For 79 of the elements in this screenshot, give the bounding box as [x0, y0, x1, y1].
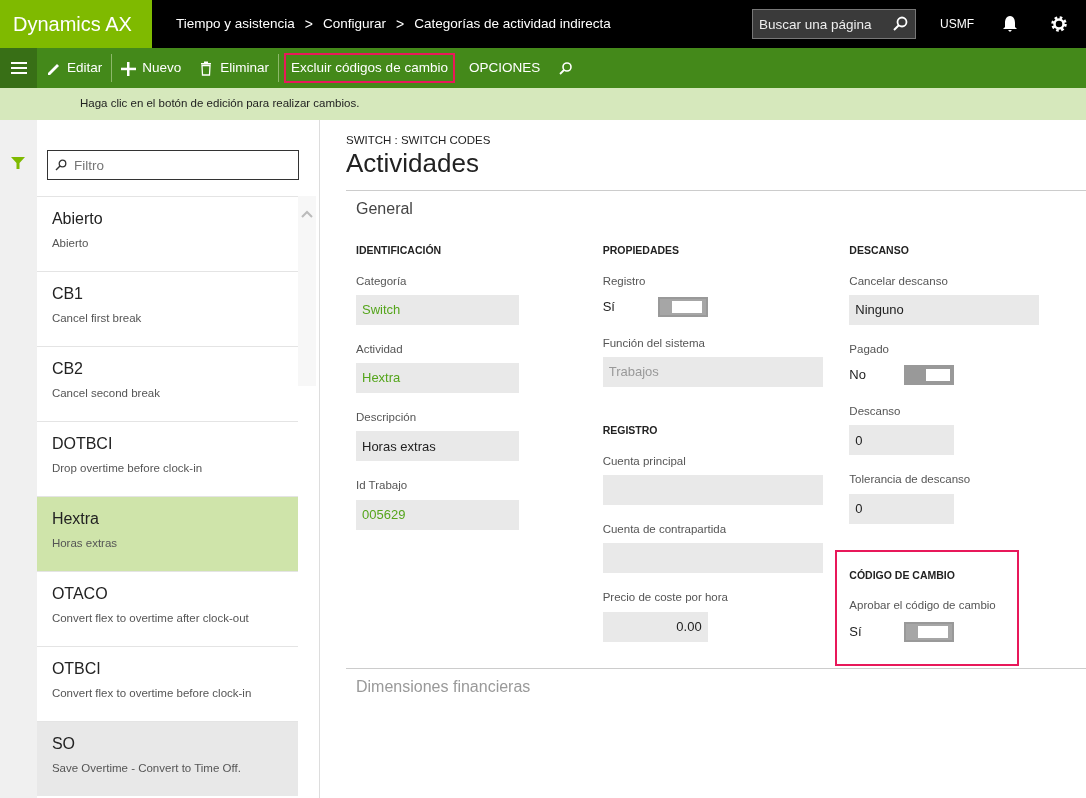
company-label[interactable]: USMF [940, 15, 974, 33]
item-title: Abierto [51, 209, 104, 229]
delete-button[interactable]: Eliminar [190, 48, 279, 88]
breadcrumb-link[interactable]: Tiempo y asistencia [176, 13, 295, 35]
list-item[interactable]: Abierto Abierto [36, 196, 298, 271]
edit-button[interactable]: Editar [37, 48, 112, 88]
field-label: Precio de coste por hora [602, 590, 729, 606]
field-label: Función del sistema [602, 335, 706, 351]
breadcrumb-separator: > [304, 14, 313, 34]
item-description: Drop overtime before clock-in [51, 461, 204, 476]
field-label: Cancelar descanso [849, 273, 949, 289]
scroll-up-icon[interactable] [300, 210, 313, 218]
item-description: Convert flex to overtime before clock-in [51, 686, 253, 701]
item-description: Horas extras [51, 536, 119, 551]
section-header[interactable]: General [346, 189, 1086, 227]
item-description: Abierto [51, 236, 90, 251]
group-heading: PROPIEDADES [602, 242, 681, 258]
item-title: OTACO [51, 584, 109, 604]
field-label: Pagado [849, 341, 890, 357]
item-description: Save Overtime - Convert to Time Off. [51, 761, 242, 776]
group-heading: DESCANSO [849, 242, 910, 258]
toggle-switch[interactable] [657, 296, 708, 317]
field-label: Aprobar el código de cambio [849, 598, 997, 614]
toggle-value: Sí [849, 622, 863, 641]
item-title: CB2 [51, 359, 84, 379]
item-title: OTBCI [51, 659, 102, 679]
item-description: Cancel first break [51, 311, 143, 326]
search-field[interactable]: Buscar una página [752, 9, 916, 39]
new-button[interactable]: Nuevo [112, 48, 191, 88]
item-title: Hextra [51, 509, 100, 529]
list-item[interactable]: OTACO Convert flex to overtime after clock-out [36, 571, 298, 646]
group-heading: REGISTRO [602, 423, 659, 439]
field-label: Categoría [356, 273, 408, 289]
field-label: Cuenta de contrapartida [602, 522, 728, 538]
filter-field[interactable]: Filtro [46, 150, 299, 180]
info-message: Haga clic en el botón de edición para realizar cambios. [0, 88, 1086, 120]
field-label: Registro [602, 273, 647, 289]
search-icon [54, 159, 67, 171]
input-field[interactable]: Ninguno [849, 294, 1040, 325]
plus-icon [121, 60, 137, 76]
bell-icon[interactable] [1002, 15, 1018, 33]
page-title: Actividades [346, 149, 480, 178]
menu-button[interactable] [0, 48, 37, 88]
field-label: Descanso [849, 404, 902, 420]
item-description: Convert flex to overtime after clock-out [51, 611, 250, 626]
input-field[interactable]: 0.00 [602, 611, 708, 642]
toggle-switch[interactable] [904, 365, 955, 386]
list-item[interactable]: Hextra Horas extras [36, 496, 298, 571]
input-field[interactable]: Horas extras [356, 431, 519, 462]
toggle-switch[interactable] [904, 621, 955, 642]
search-icon[interactable] [892, 16, 908, 32]
breadcrumb-link[interactable]: Configurar [323, 13, 387, 35]
record-caption: SWITCH : SWITCH CODES [346, 133, 492, 148]
toolbar-button[interactable]: Excluir códigos de cambio [279, 48, 460, 88]
item-title: DOTBCI [51, 434, 114, 454]
item-title: CB1 [51, 284, 84, 304]
group-heading: CÓDIGO DE CAMBIO [849, 567, 956, 583]
field-label: Actividad [356, 341, 404, 357]
group-heading: IDENTIFICACIÓN [356, 242, 443, 258]
settings-icon[interactable] [1050, 15, 1068, 33]
list-item[interactable]: SO Save Overtime - Convert to Time Off. [36, 721, 298, 796]
input-field[interactable]: 0 [849, 493, 955, 524]
field-label: Tolerancia de descanso [849, 472, 972, 488]
field-label: Descripción [356, 410, 418, 426]
toolbar-button[interactable]: OPCIONES [459, 48, 550, 88]
list-item[interactable]: CB2 Cancel second break [36, 346, 298, 421]
field-label: Cuenta principal [602, 453, 687, 469]
menu-icon [10, 62, 27, 74]
toggle-value: No [849, 366, 867, 385]
item-title: SO [51, 734, 76, 754]
field-label: Id Trabajo [356, 478, 409, 494]
filter-icon[interactable] [11, 156, 25, 170]
list-item[interactable]: CB1 Cancel first break [36, 271, 298, 346]
toggle-value: Sí [602, 298, 616, 317]
input-field[interactable]: 0 [849, 425, 955, 456]
breadcrumb-separator: > [396, 14, 405, 34]
item-description: Cancel second break [51, 386, 161, 401]
search-icon [558, 60, 574, 76]
breadcrumb-link[interactable]: Categorías de actividad indirecta [414, 13, 611, 35]
